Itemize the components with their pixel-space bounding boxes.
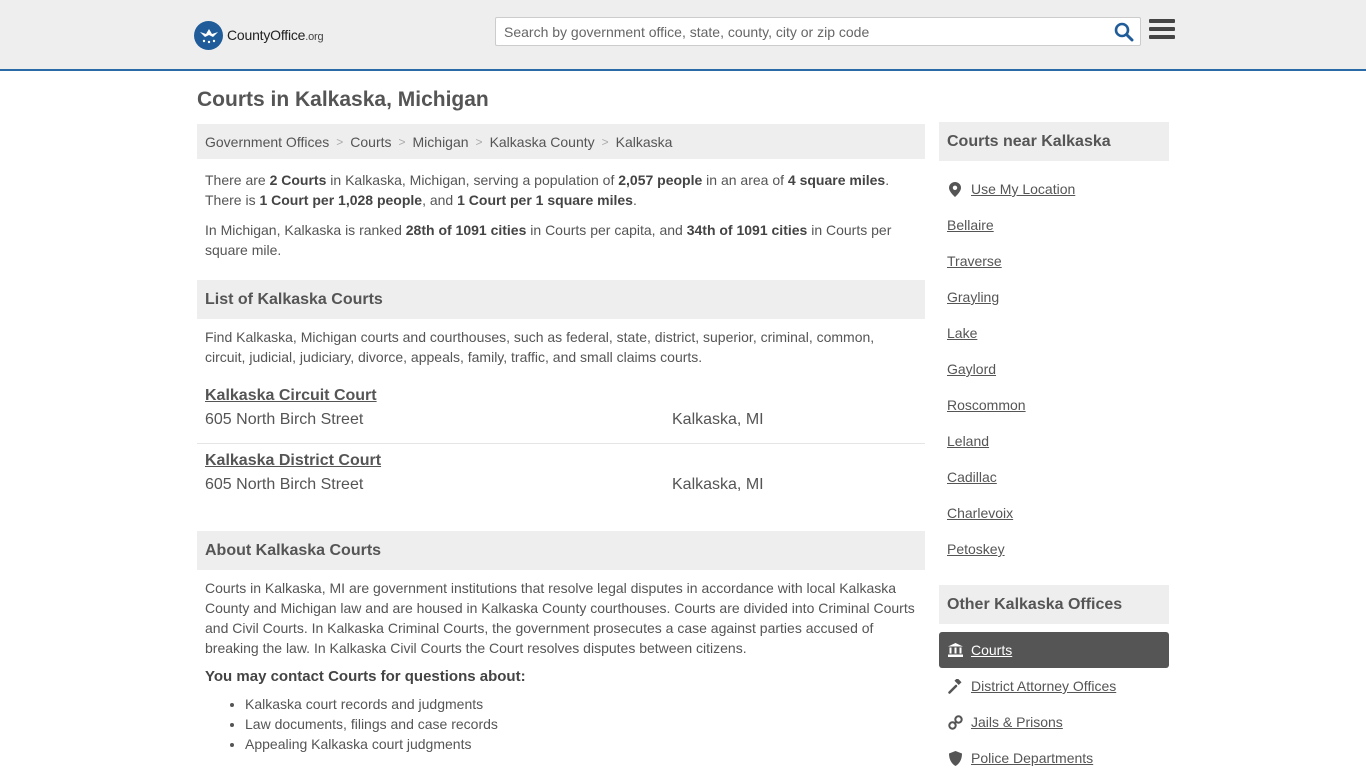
text: in Courts per capita, and [526,222,687,238]
court-count: 2 Courts [269,172,327,188]
text: in an area of [702,172,788,188]
nearby-city-item[interactable]: Roscommon [939,387,1169,423]
search-box [495,17,1141,46]
breadcrumb-michigan[interactable]: Michigan [413,134,469,150]
use-location-item[interactable]: Use My Location [939,171,1169,207]
site-logo[interactable]: CountyOffice.org [194,20,324,50]
office-link[interactable]: Police Departments [971,750,1093,766]
chevron-right-icon: > [336,134,344,149]
other-offices-heading: Other Kalkaska Offices [939,585,1169,624]
text: . [632,192,637,208]
map-marker-icon [947,181,963,197]
about-text: Courts in Kalkaska, MI are government in… [205,580,915,656]
nearby-city-link[interactable]: Charlevoix [947,505,1013,521]
nearby-city-item[interactable]: Charlevoix [939,495,1169,531]
sidebar-offices: Other Kalkaska Offices Courts District A… [939,585,1169,776]
nearby-city-link[interactable]: Traverse [947,253,1002,269]
nearby-heading: Courts near Kalkaska [939,122,1169,161]
gavel-icon [947,678,963,694]
site-header: CountyOffice.org [0,0,1366,71]
chevron-right-icon: > [398,134,406,149]
court-row: Kalkaska Circuit Court 605 North Birch S… [197,379,925,444]
about-section-heading: About Kalkaska Courts [197,531,925,570]
nearby-city-item[interactable]: Lake [939,315,1169,351]
court-row: Kalkaska District Court 605 North Birch … [197,444,925,509]
nearby-city-link[interactable]: Petoskey [947,541,1005,557]
nearby-city-link[interactable]: Lake [947,325,977,341]
nearby-city-link[interactable]: Roscommon [947,397,1026,413]
text: In Michigan, Kalkaska is ranked [205,222,406,238]
court-name-link[interactable]: Kalkaska District Court [205,452,381,470]
court-address: 605 North Birch Street [205,411,364,428]
nearby-city-item[interactable]: Leland [939,423,1169,459]
courthouse-icon [947,642,963,658]
text: , and [422,192,458,208]
use-location-link[interactable]: Use My Location [971,181,1075,197]
list-item: Law documents, filings and case records [245,714,925,734]
text: in Kalkaska, Michigan, serving a populat… [326,172,619,188]
shield-icon [947,750,963,766]
office-item-district-attorney[interactable]: District Attorney Offices [939,668,1169,704]
office-item-police[interactable]: Police Departments [939,740,1169,776]
court-address: 605 North Birch Street [205,476,364,493]
list-description: Find Kalkaska, Michigan courts and court… [205,329,875,365]
handcuffs-icon [947,714,963,730]
courts-per-people: 1 Court per 1,028 people [259,192,423,208]
contact-heading: You may contact Courts for questions abo… [205,668,526,685]
court-city: Kalkaska, MI [672,476,764,493]
area: 4 square miles [787,172,886,188]
search-button[interactable] [1114,22,1134,42]
breadcrumb-government-offices[interactable]: Government Offices [205,134,329,150]
court-list: Kalkaska Circuit Court 605 North Birch S… [197,379,925,509]
court-city: Kalkaska, MI [672,411,764,428]
office-item-courts[interactable]: Courts [939,632,1169,668]
rank-per-capita: 28th of 1091 cities [405,222,527,238]
rank-per-area: 34th of 1091 cities [686,222,808,238]
court-name-link[interactable]: Kalkaska Circuit Court [205,387,377,405]
topic-list: Kalkaska court records and judgments Law… [197,694,925,754]
nearby-city-link[interactable]: Cadillac [947,469,997,485]
nearby-city-item[interactable]: Petoskey [939,531,1169,567]
nearby-city-item[interactable]: Traverse [939,243,1169,279]
office-link[interactable]: District Attorney Offices [971,678,1116,694]
logo-tld: .org [305,31,324,43]
office-item-jails[interactable]: Jails & Prisons [939,704,1169,740]
list-item: Appealing Kalkaska court judgments [245,734,925,754]
logo-text: CountyOffice.org [227,27,324,43]
list-item: Kalkaska court records and judgments [245,694,925,714]
search-icon [1114,22,1134,42]
breadcrumb-courts[interactable]: Courts [350,134,391,150]
chevron-right-icon: > [475,134,483,149]
population: 2,057 people [618,172,703,188]
seal-icon [194,20,223,50]
search-input[interactable] [496,18,1096,45]
ranking-paragraph: In Michigan, Kalkaska is ranked 28th of … [197,220,925,260]
hamburger-menu-icon[interactable] [1149,19,1175,43]
breadcrumb-county[interactable]: Kalkaska County [490,134,595,150]
nearby-city-item[interactable]: Gaylord [939,351,1169,387]
intro-paragraph: There are 2 Courts in Kalkaska, Michigan… [197,170,925,210]
page-title: Courts in Kalkaska, Michigan [197,88,489,111]
nearby-city-item[interactable]: Grayling [939,279,1169,315]
chevron-right-icon: > [601,134,609,149]
logo-main: CountyOffice [227,27,306,43]
main-content: Government Offices > Courts > Michigan >… [197,124,925,754]
list-section-heading: List of Kalkaska Courts [197,280,925,319]
nearby-city-link[interactable]: Leland [947,433,989,449]
nearby-city-item[interactable]: Bellaire [939,207,1169,243]
nearby-city-link[interactable]: Grayling [947,289,999,305]
nearby-city-link[interactable]: Gaylord [947,361,996,377]
sidebar-nearby: Courts near Kalkaska Use My Location Bel… [939,122,1169,567]
text: There are [205,172,270,188]
nearby-city-link[interactable]: Bellaire [947,217,994,233]
office-link[interactable]: Courts [971,642,1012,658]
breadcrumb: Government Offices > Courts > Michigan >… [197,124,925,159]
office-link[interactable]: Jails & Prisons [971,714,1063,730]
breadcrumb-current: Kalkaska [615,133,673,150]
courts-per-area: 1 Court per 1 square miles [457,192,633,208]
nearby-city-item[interactable]: Cadillac [939,459,1169,495]
